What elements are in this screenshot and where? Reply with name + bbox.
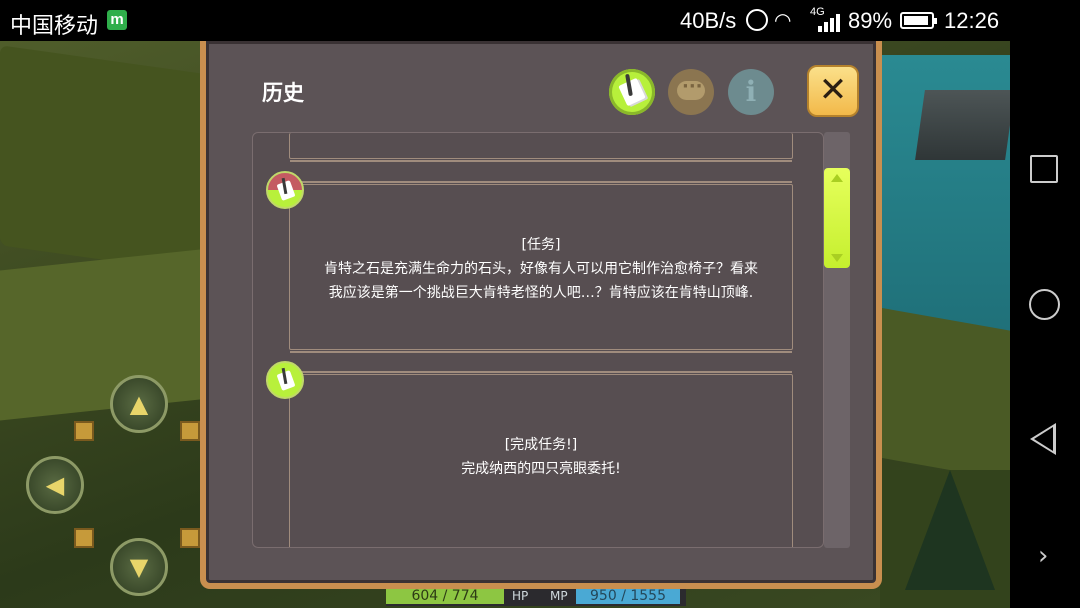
carrier-name: 中国移动 — [10, 13, 99, 38]
chevron-up-icon: ▲ — [129, 390, 149, 418]
tab-quest[interactable] — [609, 69, 655, 115]
move-left-button[interactable]: ◀ — [26, 456, 84, 514]
system-nav-bar: › — [1010, 41, 1080, 608]
wifi-icon: ◠ — [774, 10, 792, 32]
battery-percent: 89% — [848, 8, 893, 33]
entry-heading: [任务] — [521, 237, 561, 253]
tab-info[interactable]: i — [728, 69, 774, 115]
chevron-left-icon: ◀ — [45, 471, 65, 499]
scrollbar[interactable] — [824, 132, 850, 548]
quest-incomplete-icon — [266, 171, 304, 209]
entry-line: 我应该是第一个挑战巨大肯特老怪的人吧…？肯特应该在肯特山顶峰. — [328, 285, 754, 301]
terrain-block — [0, 45, 210, 275]
alarm-icon — [746, 9, 768, 31]
entry-text: [完成任务!] 完成纳西的四只亮眼委托! — [290, 433, 792, 481]
tab-chat[interactable] — [668, 69, 714, 115]
clock: 12:26 — [944, 8, 1000, 33]
diagonal-down-left-button[interactable] — [74, 528, 94, 548]
home-icon[interactable] — [1029, 289, 1060, 320]
move-down-button[interactable]: ▼ — [110, 538, 168, 596]
pine-tree — [905, 470, 995, 590]
entry-heading: [完成任务!] — [504, 437, 578, 453]
hp-label: HP — [512, 589, 529, 603]
close-icon: ✕ — [818, 70, 848, 110]
battery-icon — [900, 12, 937, 29]
signal-icon — [818, 14, 842, 32]
info-icon: i — [745, 75, 757, 108]
history-list[interactable]: [任务] 肯特之石是充满生命力的石头，好像有人可以用它制作治愈椅子？看来 我应该… — [252, 132, 824, 548]
entry-line: 完成纳西的四只亮眼委托! — [461, 461, 621, 477]
quest-complete-icon — [266, 361, 304, 399]
history-dialog: 历史 i ✕ [任务] 肯特之石是充满生命力的石头，好像有人可以用它制作治愈椅子… — [200, 41, 882, 589]
chevron-down-icon: ▼ — [129, 553, 149, 581]
mp-label: MP — [550, 589, 568, 603]
status-bar: 中国移动 m 40B/s ◠ 4G 89% 12:26 — [0, 0, 1080, 41]
terrain-block — [880, 307, 1010, 483]
chevron-right-icon[interactable]: › — [1038, 541, 1048, 571]
close-button[interactable]: ✕ — [807, 65, 859, 117]
app-notification-icon: m — [107, 10, 127, 30]
hp-mp-bar: 604 / 774 HP MP 950 / 1555 — [386, 586, 686, 606]
net-speed: 40B/s — [680, 8, 737, 33]
scroll-thumb[interactable] — [824, 168, 850, 268]
diagonal-up-right-button[interactable] — [180, 421, 200, 441]
mp-value: 950 / 1555 — [576, 588, 680, 604]
list-item: [完成任务!] 完成纳西的四只亮眼委托! — [289, 371, 793, 547]
chat-bubble-icon — [677, 76, 705, 100]
list-item-partial — [289, 133, 793, 162]
stone-block — [915, 90, 1010, 160]
entry-line: 肯特之石是充满生命力的石头，好像有人可以用它制作治愈椅子？看来 — [324, 261, 758, 277]
back-icon[interactable] — [1030, 423, 1056, 455]
list-item: [任务] 肯特之石是充满生命力的石头，好像有人可以用它制作治愈椅子？看来 我应该… — [289, 181, 793, 353]
dialog-title: 历史 — [262, 81, 304, 105]
hp-value: 604 / 774 — [386, 588, 504, 604]
move-up-button[interactable]: ▲ — [110, 375, 168, 433]
recent-apps-icon[interactable] — [1030, 155, 1058, 183]
diagonal-up-left-button[interactable] — [74, 421, 94, 441]
diagonal-down-right-button[interactable] — [180, 528, 200, 548]
entry-text: [任务] 肯特之石是充满生命力的石头，好像有人可以用它制作治愈椅子？看来 我应该… — [290, 233, 792, 305]
